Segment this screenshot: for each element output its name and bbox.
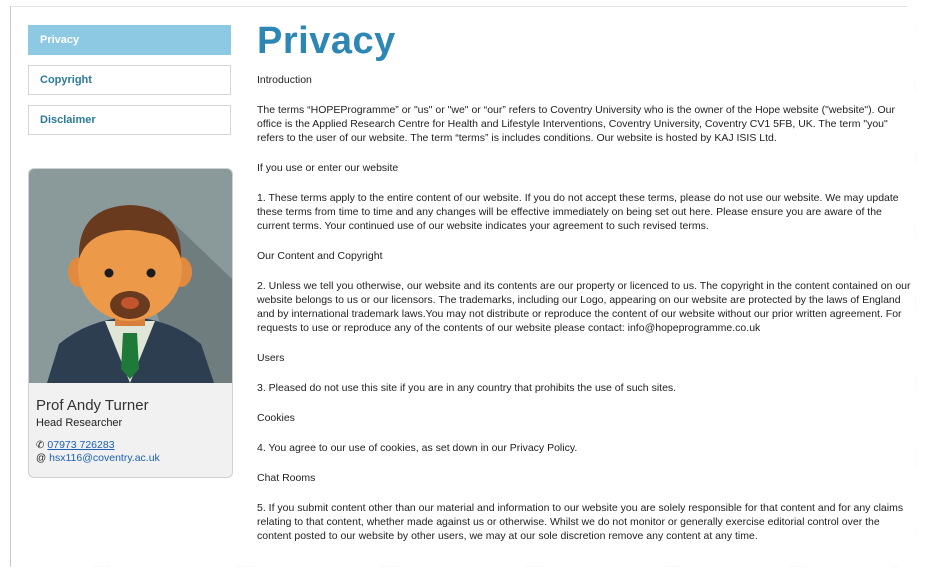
page-title: Privacy: [257, 20, 396, 62]
profile-card: Prof Andy Turner Head Researcher ✆ 07973…: [28, 168, 233, 478]
section-heading: Introduction: [257, 74, 312, 86]
sidebar-item-copyright[interactable]: Copyright: [28, 65, 231, 95]
paragraph: 1. These terms apply to the entire conte…: [257, 192, 899, 232]
paragraph: 5. If you submit content other than our …: [257, 502, 904, 542]
paragraph: 2. Unless we tell you otherwise, our web…: [257, 280, 911, 334]
section-heading: Users: [257, 352, 285, 364]
sidebar-item-label: Copyright: [40, 74, 92, 86]
at-icon: @: [36, 453, 47, 464]
section-heading: If you use or enter our website: [257, 162, 399, 174]
paragraph: The terms “HOPEProgramme” or "us" or "we…: [257, 104, 895, 144]
profile-name: Prof Andy Turner: [36, 397, 149, 414]
section-heading: Our Content and Copyright: [257, 250, 383, 262]
phone-icon: ✆: [36, 440, 45, 451]
sidebar-item-label: Disclaimer: [40, 114, 96, 126]
section-heading: Cookies: [257, 412, 295, 424]
profile-role: Head Researcher: [36, 417, 123, 429]
profile-email-link[interactable]: hsx116@coventry.ac.uk: [49, 452, 160, 465]
avatar: [29, 169, 232, 383]
profile-phone-row: ✆ 07973 726283: [36, 439, 225, 452]
page-frame: Privacy Copyright Disclaimer Prof Andy T…: [10, 6, 916, 567]
section-heading: Chat Rooms: [257, 472, 316, 484]
profile-phone-link[interactable]: 07973 726283: [47, 439, 114, 452]
main-content: Privacy Introduction The terms “HOPEProg…: [257, 17, 916, 559]
paragraph: 4. You agree to our use of cookies, as s…: [257, 442, 578, 454]
profile-email-row: @ hsx116@coventry.ac.uk: [36, 452, 225, 465]
sidebar-item-label: Privacy: [40, 34, 80, 46]
paragraph: 3. Pleased do not use this site if you a…: [257, 382, 677, 394]
sidebar-item-disclaimer[interactable]: Disclaimer: [28, 105, 231, 135]
sidebar-item-privacy[interactable]: Privacy: [28, 25, 231, 55]
sidebar: Privacy Copyright Disclaimer Prof Andy T…: [28, 25, 233, 478]
